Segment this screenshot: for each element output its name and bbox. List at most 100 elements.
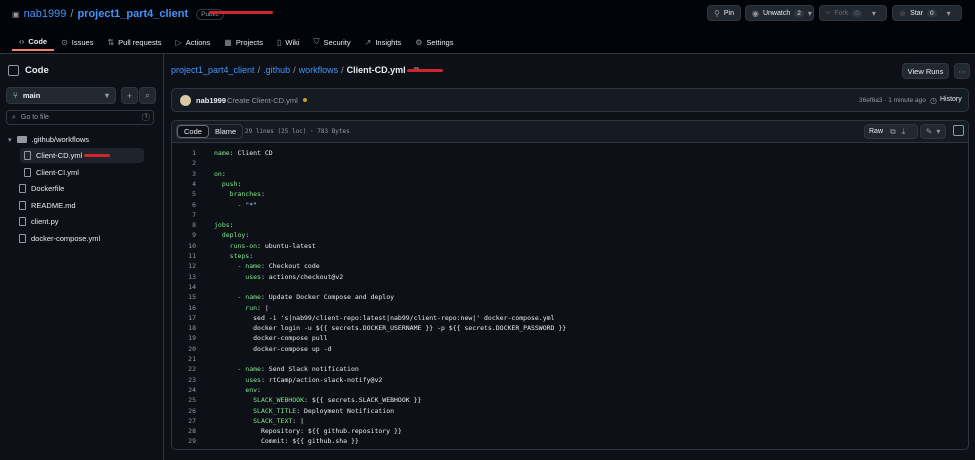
code-line[interactable]: 21 [172, 355, 968, 365]
tab-code[interactable]: ‹› Code [12, 33, 55, 51]
breadcrumb-repo-link[interactable]: project1_part4_client [171, 65, 255, 75]
tree-file-docker-compose[interactable]: docker-compose.yml [19, 231, 100, 246]
commit-sha-time[interactable]: 36ef6a3 · 1 minute ago [859, 97, 926, 104]
star-button[interactable]: ☆ Star 0 ▾ [892, 5, 962, 21]
line-number[interactable]: 6 [172, 201, 196, 209]
line-number[interactable]: 8 [172, 221, 196, 229]
line-number[interactable]: 13 [172, 273, 196, 281]
code-line[interactable]: 20 docker-compose up -d [172, 345, 968, 355]
pin-button[interactable]: ⚲ Pin [707, 5, 741, 21]
tree-file-client-ci[interactable]: Client-CI.yml [24, 165, 79, 180]
line-number[interactable]: 21 [172, 355, 196, 363]
tab-wiki[interactable]: ▯ Wiki [270, 33, 307, 51]
line-number[interactable]: 11 [172, 252, 196, 260]
line-number[interactable]: 3 [172, 170, 196, 178]
code-line[interactable]: 10 runs-on: ubuntu-latest [172, 242, 968, 252]
line-number[interactable]: 25 [172, 396, 196, 404]
more-options-button[interactable]: ⋯ [954, 63, 970, 79]
code-line[interactable]: 24 env: [172, 386, 968, 396]
commit-author[interactable]: nab1999 [196, 96, 226, 105]
code-line[interactable]: 19 docker-compose pull [172, 334, 968, 344]
line-number[interactable]: 17 [172, 314, 196, 322]
line-number[interactable]: 22 [172, 365, 196, 373]
code-line[interactable]: 27 SLACK_TEXT: | [172, 417, 968, 427]
avatar[interactable] [180, 95, 191, 106]
commit-message[interactable]: Create Client-CD.yml [227, 96, 298, 105]
breadcrumb-github-link[interactable]: .github [263, 65, 290, 75]
tab-insights[interactable]: ↗ Insights [358, 33, 409, 51]
tab-actions[interactable]: ▷ Actions [169, 33, 218, 51]
collapse-sidebar-icon[interactable] [8, 65, 19, 76]
blame-view-tab[interactable]: Blame [209, 125, 242, 138]
repo-name-link[interactable]: project1_part4_client [77, 8, 188, 20]
line-number[interactable]: 15 [172, 293, 196, 301]
line-number[interactable]: 18 [172, 324, 196, 332]
code-line[interactable]: 25 SLACK_WEBHOOK: ${{ secrets.SLACK_WEBH… [172, 396, 968, 406]
add-file-button[interactable]: + [121, 87, 138, 104]
search-button[interactable]: ⌕ [139, 87, 156, 104]
code-line[interactable]: 11 steps: [172, 252, 968, 262]
line-number[interactable]: 10 [172, 242, 196, 250]
code-line[interactable]: 17 sed -i 's|nab99/client-repo:latest|na… [172, 314, 968, 324]
code-line[interactable]: 28 Repository: ${{ github.repository }} [172, 427, 968, 437]
line-number[interactable]: 5 [172, 190, 196, 198]
line-number[interactable]: 19 [172, 334, 196, 342]
breadcrumb-workflows-link[interactable]: workflows [299, 65, 339, 75]
fork-button[interactable]: ⑂ Fork 0 ▾ [819, 5, 887, 21]
code-line[interactable]: 14 [172, 283, 968, 293]
line-number[interactable]: 27 [172, 417, 196, 425]
branch-selector[interactable]: ⑂ main ▾ [6, 87, 116, 104]
line-number[interactable]: 20 [172, 345, 196, 353]
code-line[interactable]: 7 [172, 211, 968, 221]
line-number[interactable]: 7 [172, 211, 196, 219]
line-number[interactable]: 23 [172, 376, 196, 384]
tab-issues[interactable]: ⊙ Issues [54, 33, 100, 51]
line-number[interactable]: 12 [172, 262, 196, 270]
code-line[interactable]: 6 - "*" [172, 201, 968, 211]
code-line[interactable]: 5 branches: [172, 190, 968, 200]
tree-file-client-py[interactable]: client.py [19, 214, 59, 229]
unwatch-button[interactable]: ◉ Unwatch 2 ▾ [745, 5, 814, 21]
tab-pull-requests[interactable]: ⇅ Pull requests [100, 33, 168, 51]
line-number[interactable]: 4 [172, 180, 196, 188]
copy-icon[interactable]: ⧉ [887, 127, 899, 137]
edit-button[interactable]: ✎ ▾ [920, 124, 946, 139]
code-line[interactable]: 12 - name: Checkout code [172, 262, 968, 272]
code-line[interactable]: 26 SLACK_TITLE: Deployment Notification [172, 407, 968, 417]
code-line[interactable]: 1 name: Client CD [172, 149, 968, 159]
tree-folder-github-workflows[interactable]: ▾ .github/workflows [8, 132, 89, 147]
tab-security[interactable]: ⛉ Security [307, 33, 358, 51]
code-line[interactable]: 18 docker login -u ${{ secrets.DOCKER_US… [172, 324, 968, 334]
line-number[interactable]: 1 [172, 149, 196, 157]
code-line[interactable]: 29 Commit: ${{ github.sha }} [172, 437, 968, 447]
symbols-panel-icon[interactable] [953, 125, 964, 136]
code-line[interactable]: 16 run: | [172, 304, 968, 314]
code-line[interactable]: 8 jobs: [172, 221, 968, 231]
code-line[interactable]: 13 uses: actions/checkout@v2 [172, 273, 968, 283]
line-number[interactable]: 9 [172, 231, 196, 239]
code-line[interactable]: 4 push: [172, 180, 968, 190]
tab-settings[interactable]: ⚙ Settings [408, 33, 460, 51]
commit-status-icon[interactable] [303, 98, 307, 102]
line-number[interactable]: 16 [172, 304, 196, 312]
tree-file-client-cd[interactable]: Client-CD.yml [20, 148, 144, 163]
code-line[interactable]: 15 - name: Update Docker Compose and dep… [172, 293, 968, 303]
line-number[interactable]: 2 [172, 159, 196, 167]
download-icon[interactable]: ⤓ [899, 127, 909, 137]
tree-file-readme[interactable]: README.md [19, 198, 76, 213]
code-line[interactable]: 2 [172, 159, 968, 169]
line-number[interactable]: 24 [172, 386, 196, 394]
code-line[interactable]: 9 deploy: [172, 231, 968, 241]
go-to-file-input[interactable]: ⌕ Go to file t [6, 110, 154, 125]
repo-owner-link[interactable]: nab1999 [24, 8, 67, 20]
line-number[interactable]: 29 [172, 437, 196, 445]
raw-button[interactable]: Raw [865, 128, 887, 135]
line-number[interactable]: 28 [172, 427, 196, 435]
view-runs-button[interactable]: View Runs [902, 63, 949, 79]
line-number[interactable]: 14 [172, 283, 196, 291]
code-line[interactable]: 22 - name: Send Slack notification [172, 365, 968, 375]
code-line[interactable]: 23 uses: rtCamp/action-slack-notify@v2 [172, 376, 968, 386]
history-button[interactable]: ◷ History [930, 96, 962, 105]
line-number[interactable]: 26 [172, 407, 196, 415]
code-view-tab[interactable]: Code [177, 125, 209, 138]
